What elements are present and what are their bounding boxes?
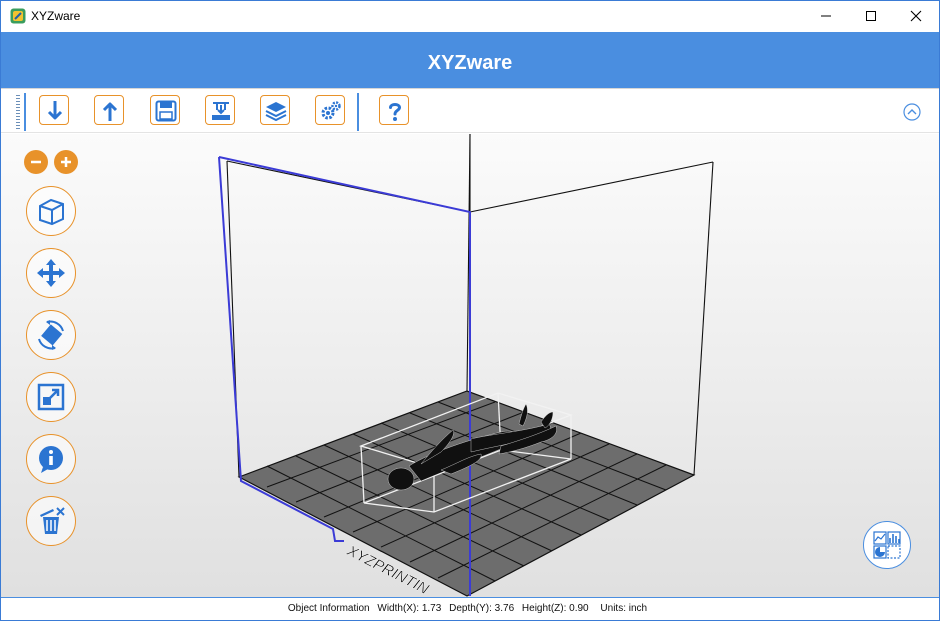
status-height: Height(Z): 0.90 <box>521 603 589 614</box>
object-information: Object Information Width(X): 1.73 Depth(… <box>1 598 939 620</box>
app-header: XYZware <box>1 32 939 88</box>
rotate-button[interactable] <box>26 310 76 360</box>
status-label: Object Information <box>287 603 370 614</box>
statistics-icon <box>873 531 901 559</box>
app-logo-icon <box>10 8 26 24</box>
import-arrow-down-icon <box>47 101 63 120</box>
export-button[interactable] <box>94 95 124 125</box>
layers-button[interactable] <box>260 95 290 125</box>
toolbar-separator <box>357 93 359 131</box>
status-width: Width(X): 1.73 <box>377 603 442 614</box>
delete-button[interactable] <box>26 496 76 546</box>
close-icon <box>910 10 922 22</box>
zoom-out-button[interactable] <box>24 150 48 174</box>
header-title: XYZware <box>427 52 513 74</box>
info-button[interactable] <box>26 434 76 484</box>
statistics-button[interactable] <box>863 521 911 569</box>
layers-icon <box>265 102 287 122</box>
move-button[interactable] <box>26 248 76 298</box>
zoom-in-button[interactable] <box>54 150 78 174</box>
maximize-icon <box>866 11 876 21</box>
status-depth: Depth(Y): 3.76 <box>449 603 515 614</box>
print-icon <box>212 102 230 120</box>
maximize-button[interactable] <box>848 1 894 31</box>
delete-icon <box>40 507 65 534</box>
status-bar: Object Information Width(X): 1.73 Depth(… <box>1 597 939 620</box>
scale-button[interactable] <box>26 372 76 422</box>
build-volume-scene: XYZPRINTIN <box>218 134 714 597</box>
3d-viewport[interactable]: XYZPRINTIN <box>1 134 939 597</box>
zoom-in-icon <box>61 157 71 167</box>
rotate-icon <box>38 320 64 350</box>
toolbar-separator <box>24 93 26 131</box>
help-button[interactable] <box>379 95 409 125</box>
close-button[interactable] <box>893 1 939 31</box>
minimize-icon <box>821 15 831 17</box>
view-button[interactable] <box>26 186 76 236</box>
title-bar: XYZware <box>1 1 939 31</box>
app-window: XYZware XYZware XYZPRINTIN Object Inform… <box>0 0 940 621</box>
save-button[interactable] <box>150 95 180 125</box>
gears-icon <box>321 101 341 120</box>
print-button[interactable] <box>205 95 235 125</box>
main-toolbar <box>1 88 939 133</box>
status-units: Units: inch <box>600 603 648 614</box>
window-title: XYZware <box>31 9 81 23</box>
view-cube-icon <box>39 198 64 226</box>
minimize-button[interactable] <box>803 1 849 31</box>
settings-button[interactable] <box>315 95 345 125</box>
zoom-out-icon <box>31 160 41 164</box>
save-floppy-icon <box>155 100 177 122</box>
import-button[interactable] <box>39 95 69 125</box>
chevron-up-icon[interactable] <box>903 103 921 121</box>
build-plate <box>237 390 696 597</box>
scale-icon <box>37 383 65 411</box>
export-arrow-up-icon <box>102 102 118 121</box>
question-icon <box>389 103 402 121</box>
info-icon <box>39 446 63 473</box>
move-icon <box>37 259 65 287</box>
toolbar-grip[interactable] <box>16 95 20 129</box>
